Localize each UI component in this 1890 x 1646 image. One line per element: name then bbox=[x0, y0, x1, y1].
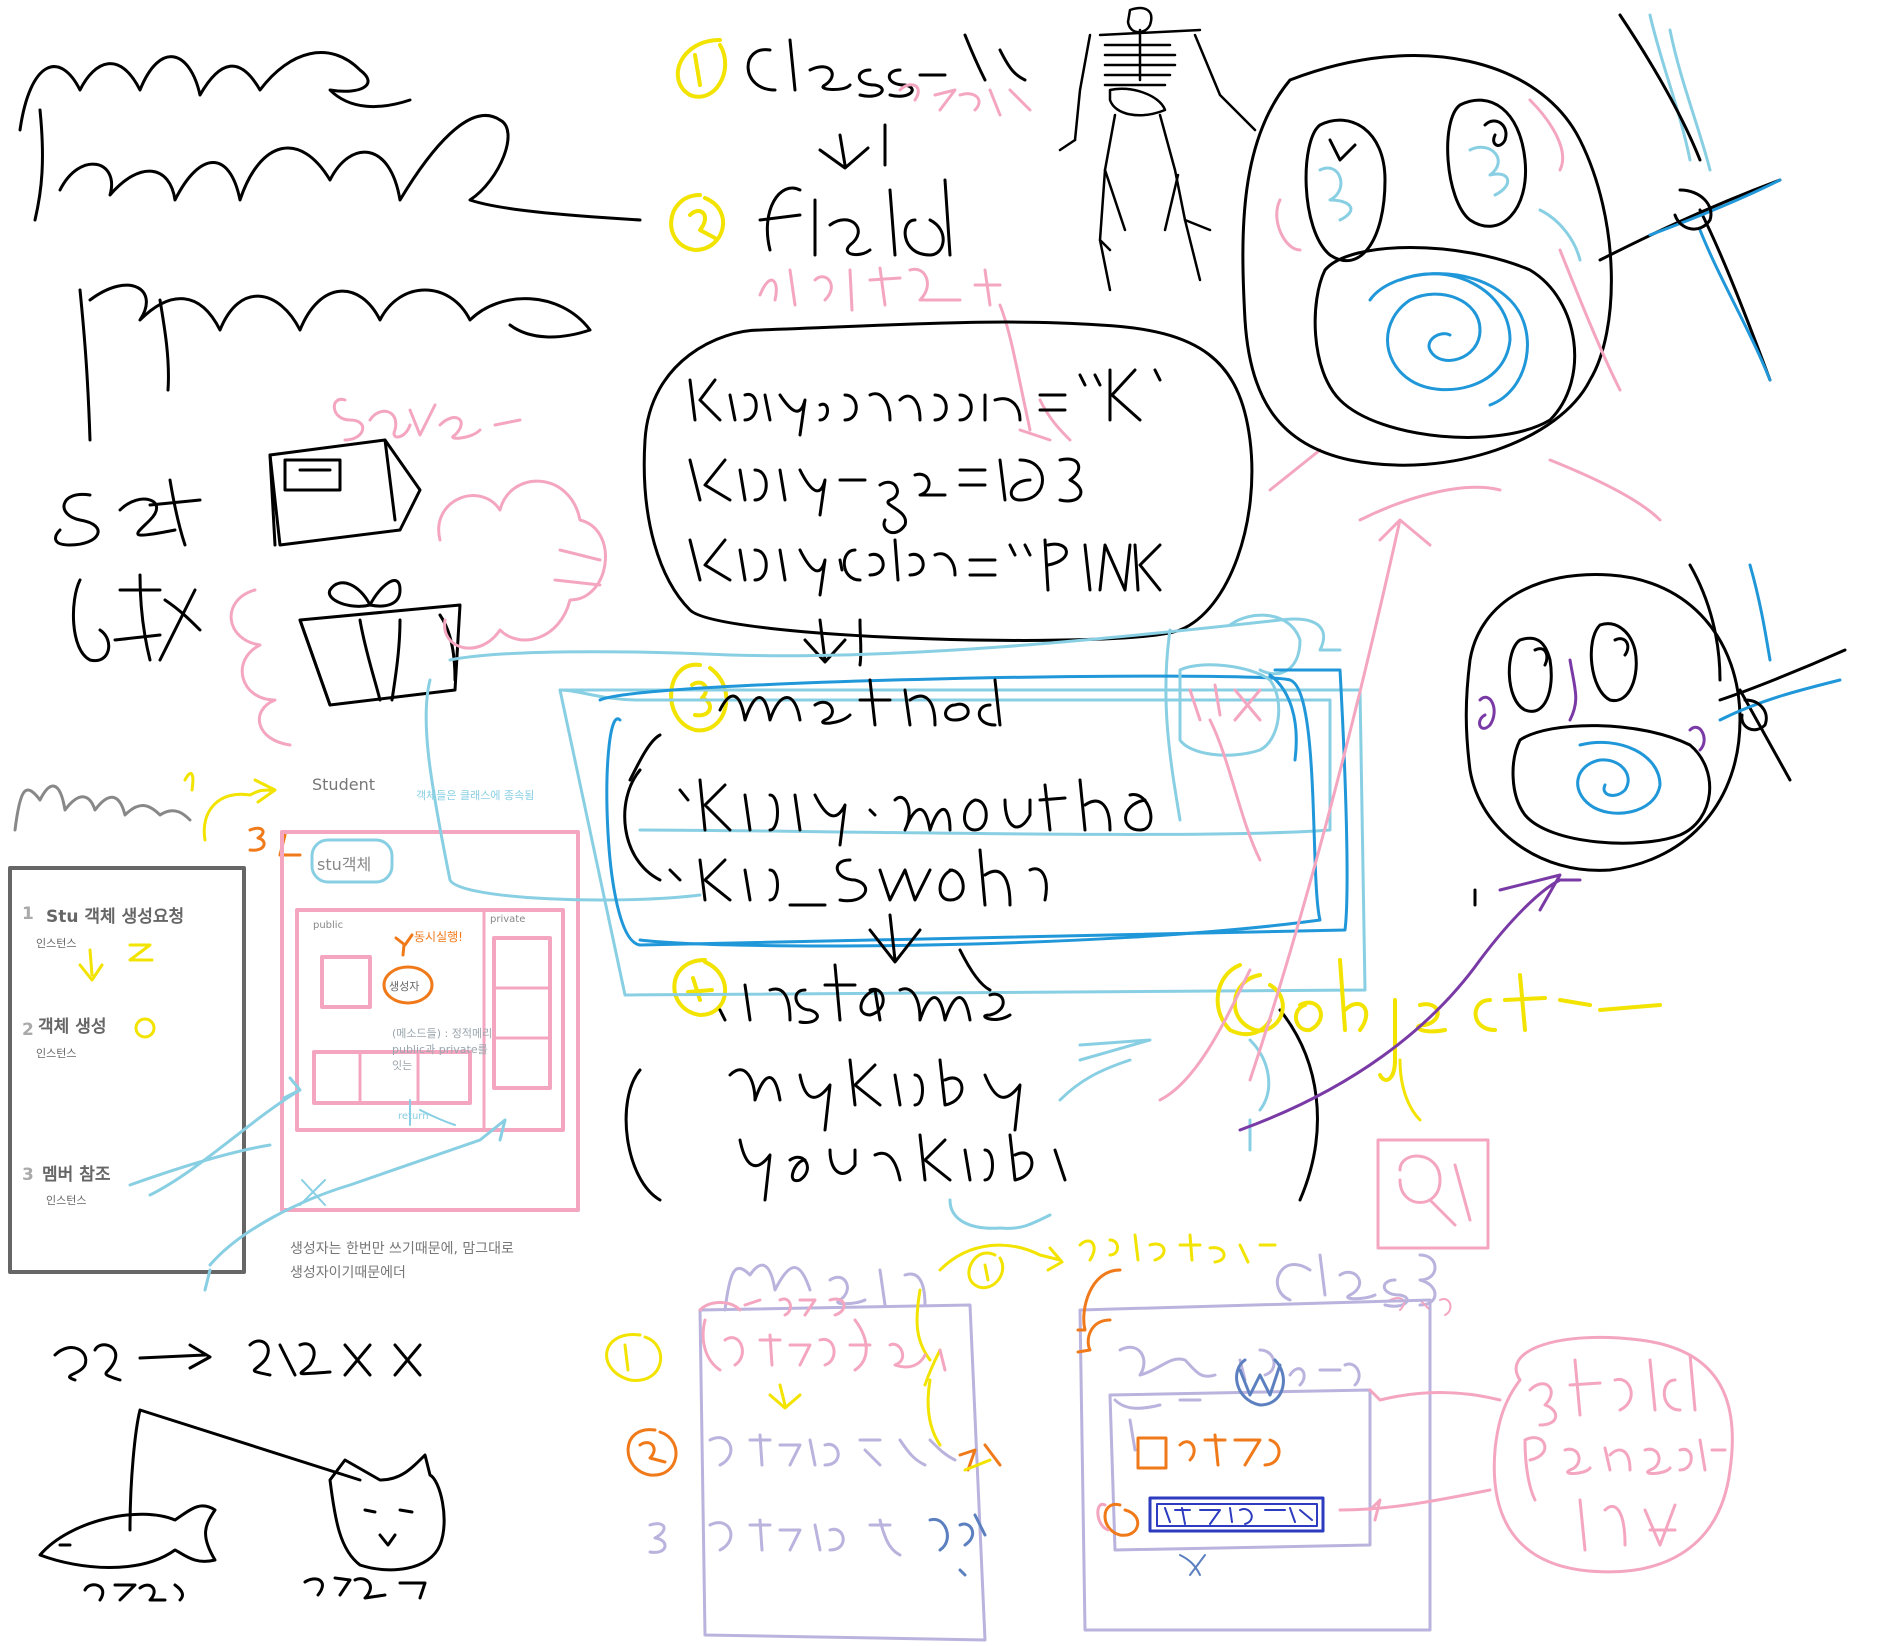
step-2-instance: 인스턴스 bbox=[36, 1047, 77, 1060]
kirby-fields-scribble bbox=[688, 368, 1162, 597]
step-2-text: 객체 생성 bbox=[38, 1017, 107, 1037]
method-lightblue-frame bbox=[558, 688, 1367, 997]
step-1-text: Stu 객체 생성요청 bbox=[46, 907, 185, 927]
purple-arrow bbox=[1238, 873, 1562, 1132]
student-title: Student bbox=[312, 775, 375, 794]
orange-constructor-box bbox=[1136, 1436, 1168, 1470]
main-gray-scribble bbox=[13, 784, 192, 832]
save-box-icon bbox=[268, 438, 422, 547]
cat-icon bbox=[328, 1453, 446, 1572]
kirby-large bbox=[1241, 13, 1782, 522]
gift-box-icon bbox=[298, 579, 462, 707]
lightblue-arrow bbox=[148, 1076, 302, 1197]
fish-icon bbox=[38, 1408, 362, 1569]
stu-object-label: stu객체 bbox=[317, 855, 372, 874]
fields-blob bbox=[642, 320, 1254, 642]
step-3-instance: 인스턴스 bbox=[46, 1194, 87, 1207]
process-panel-frame bbox=[8, 866, 246, 1274]
class-scribble bbox=[746, 38, 947, 98]
step-2-number: 2 bbox=[22, 1020, 34, 1040]
private-label: private bbox=[490, 914, 526, 925]
student-lavender-box bbox=[1078, 1298, 1432, 1632]
pink-bracket bbox=[229, 588, 292, 747]
kirby-small bbox=[1464, 563, 1847, 872]
student-class-frame bbox=[280, 830, 580, 1212]
method-blue-frame bbox=[605, 668, 1349, 947]
object-animal-scribbles bbox=[53, 1339, 427, 1602]
inherit-note: 객체들은 클래스에 종속됨 bbox=[416, 789, 535, 802]
field-scribble bbox=[758, 178, 952, 257]
footer-note-line2: 생성자이기때문에더 bbox=[290, 1265, 406, 1281]
methods-note: (메소드들) : 정적메리 public과 private를 잇는 bbox=[392, 1027, 493, 1072]
access-modifier-scribbles bbox=[18, 51, 642, 442]
object-yellow-scribble bbox=[1232, 958, 1662, 1082]
public-label: public bbox=[313, 920, 344, 931]
step-1-number: 1 bbox=[22, 904, 34, 924]
constructor-label: 생성자 bbox=[389, 980, 420, 993]
footer-note-line1: 생성자는 한번만 쓰기때문에, 맘그대로 bbox=[290, 1241, 514, 1257]
step-3-number: 3 bbox=[22, 1165, 34, 1185]
step-3-text: 멤버 참조 bbox=[42, 1165, 111, 1185]
skeleton-figure bbox=[1058, 6, 1257, 292]
method-scribble bbox=[623, 678, 1153, 964]
set-get-scribbles bbox=[54, 478, 202, 663]
step-1-instance: 인스턴스 bbox=[36, 937, 77, 950]
pink-thought-cloud bbox=[437, 479, 607, 650]
main-lavender-scribble bbox=[723, 1263, 927, 1312]
whiteboard-canvas: Student 객체들은 클래스에 종속됨 stu객체 public priva… bbox=[0, 0, 1890, 1646]
pink-q-box bbox=[1376, 1138, 1490, 1250]
return-label: return bbox=[398, 1111, 429, 1122]
save-pink-scribble bbox=[332, 397, 522, 442]
field-parameter-pink-blob bbox=[1492, 1335, 1734, 1574]
freehand-sketch-layer bbox=[8, 6, 1847, 1642]
simultaneous-label: 동시실행! bbox=[414, 930, 463, 944]
